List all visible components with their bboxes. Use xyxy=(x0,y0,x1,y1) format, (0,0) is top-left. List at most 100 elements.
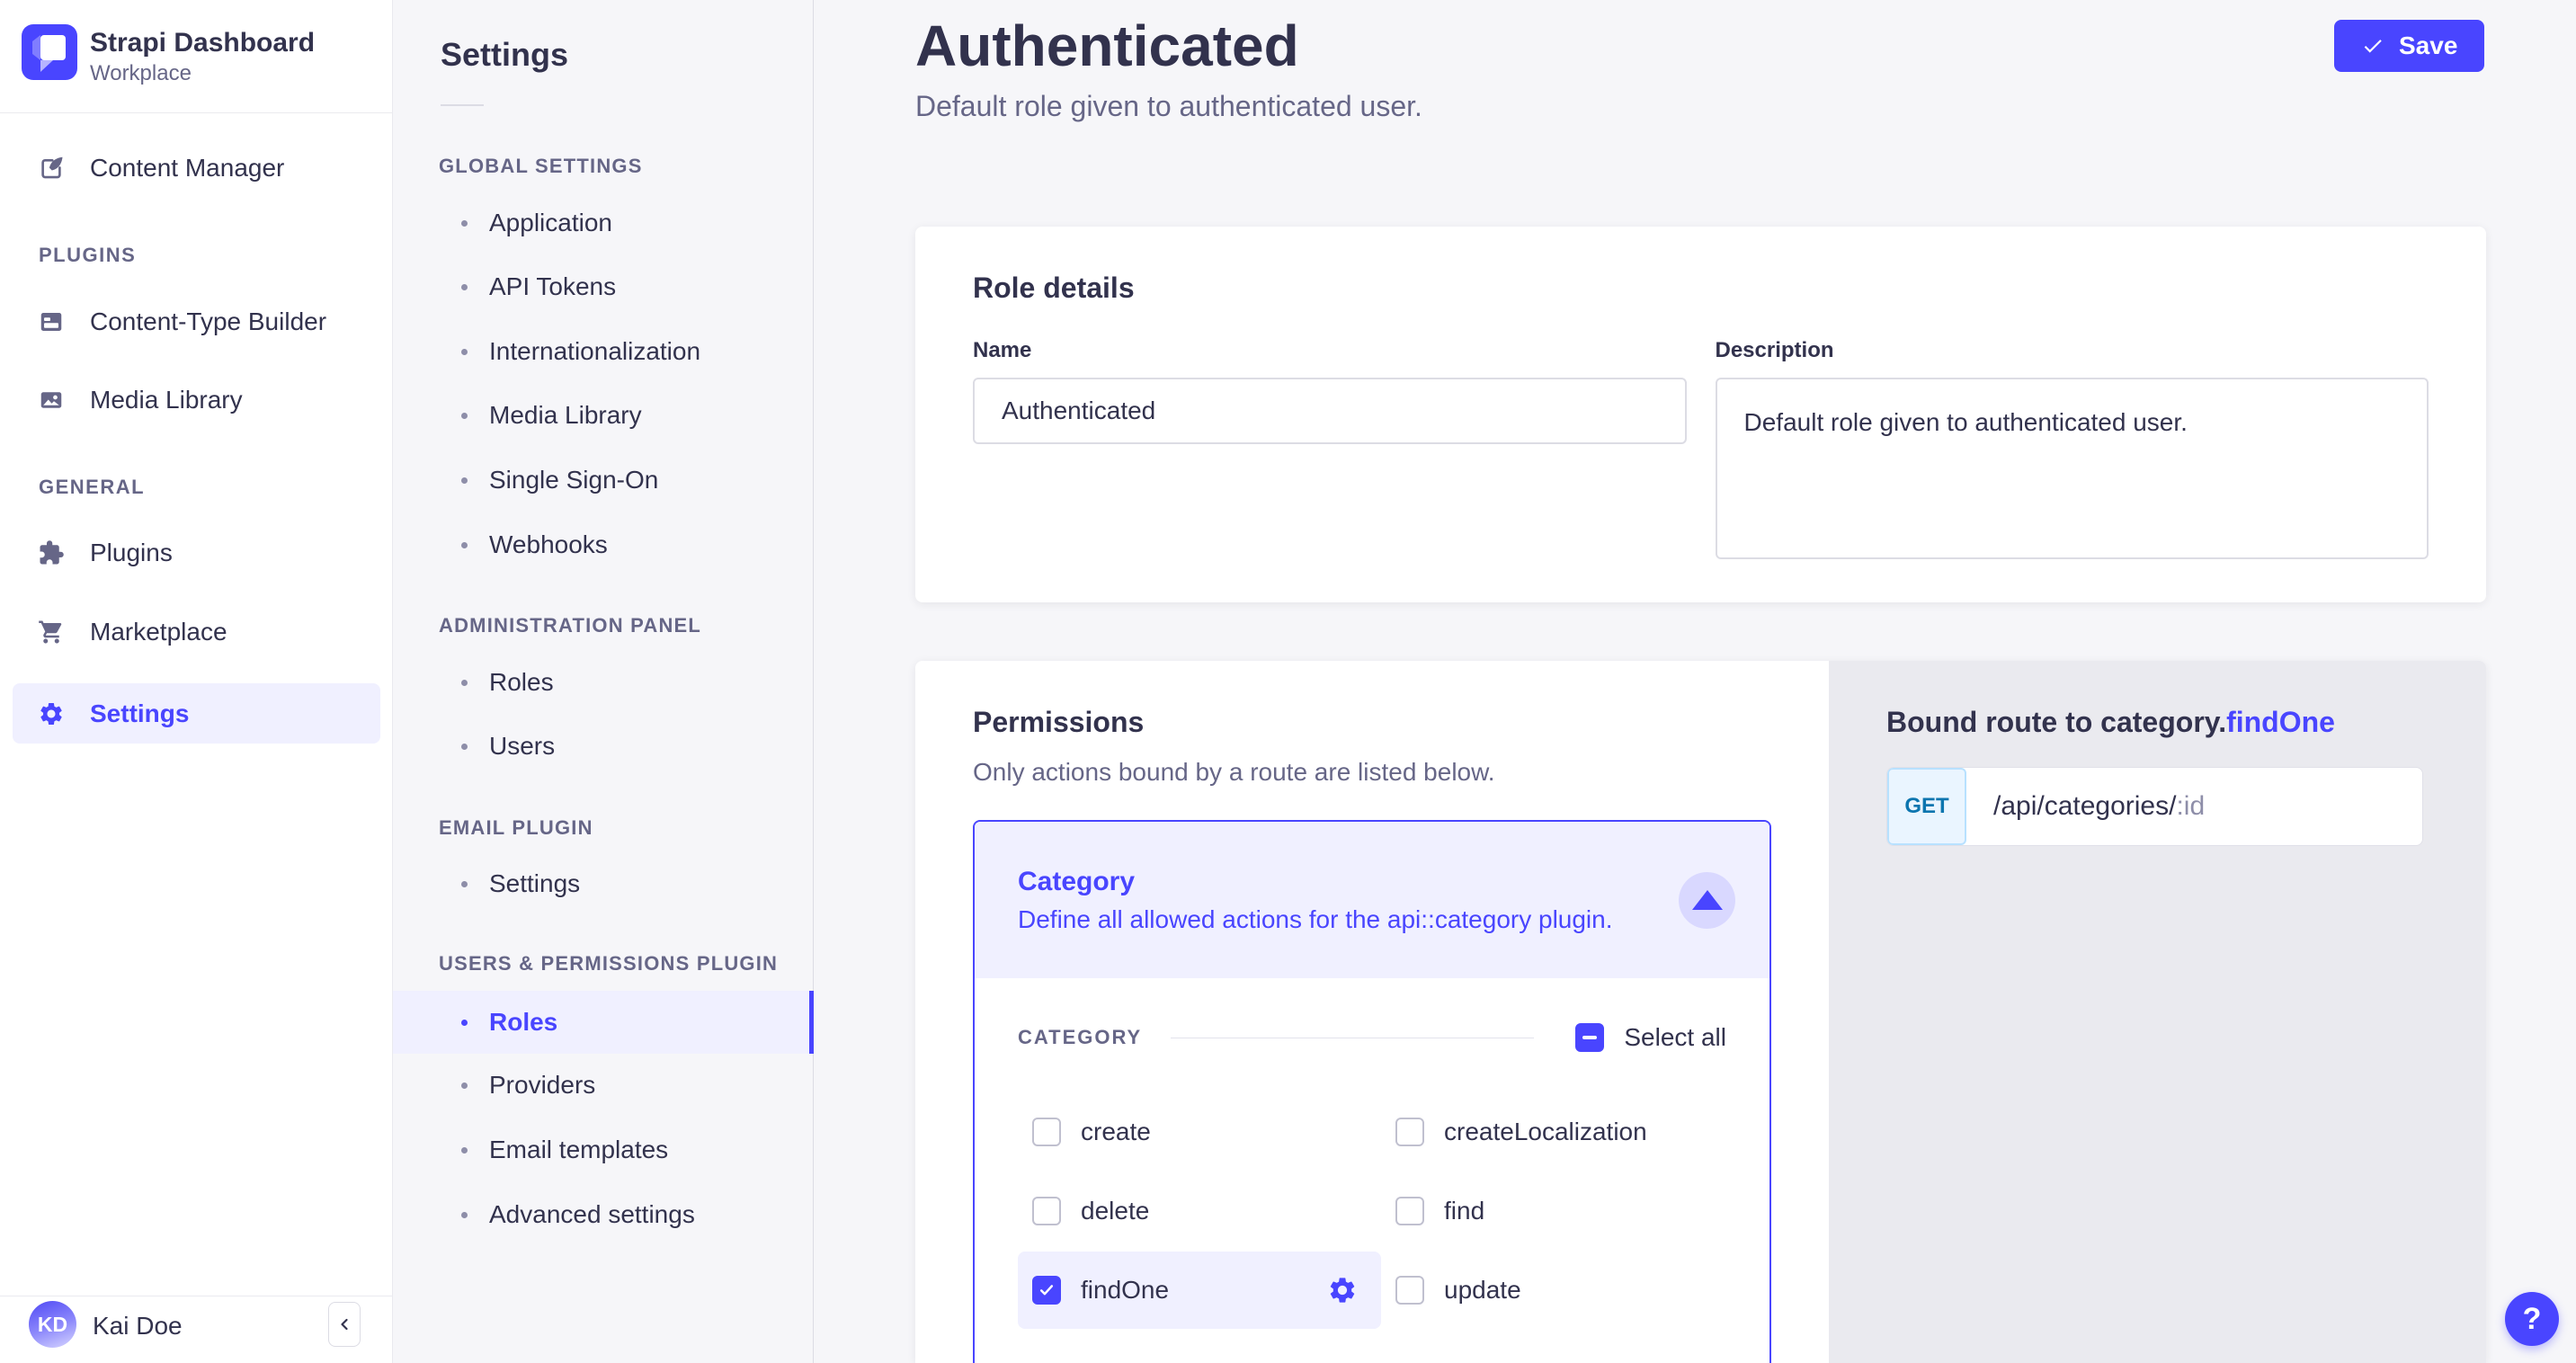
action-row-update[interactable]: update xyxy=(1381,1252,1726,1329)
subnav-item-label: Roles xyxy=(489,1008,557,1037)
bullet-icon xyxy=(461,477,468,484)
subnav-item-admin-users[interactable]: Users xyxy=(393,721,814,771)
findOne-checkbox[interactable] xyxy=(1032,1276,1061,1305)
sidebar-item-label: Marketplace xyxy=(90,618,227,646)
action-row-findOne[interactable]: findOne xyxy=(1018,1252,1381,1329)
subnav-item-email-settings[interactable]: Settings xyxy=(393,859,814,909)
subnav-item-label: Advanced settings xyxy=(489,1200,695,1229)
subnav-item-label: Users xyxy=(489,732,555,761)
sidebar-item-label: Content-Type Builder xyxy=(90,307,326,336)
description-textarea[interactable]: Default role given to authenticated user… xyxy=(1716,378,2429,559)
subnav-item-up-providers[interactable]: Providers xyxy=(393,1060,814,1110)
sidebar-item-media-library[interactable]: Media Library xyxy=(13,372,380,428)
create-checkbox[interactable] xyxy=(1032,1118,1061,1146)
sidebar-item-label: Plugins xyxy=(90,539,173,567)
subnav-item-label: Internationalization xyxy=(489,337,700,366)
chevron-left-icon xyxy=(335,1315,353,1333)
save-button[interactable]: Save xyxy=(2334,20,2484,72)
category-accordion-titles: Category Define all allowed actions for … xyxy=(1018,865,1679,935)
collapse-sidebar-button[interactable] xyxy=(328,1302,361,1347)
route-path: /api/categories/:id xyxy=(1966,768,2205,845)
subnav-item-label: Single Sign-On xyxy=(489,466,658,494)
subnav-item-label: API Tokens xyxy=(489,272,616,301)
action-row-createLocalization[interactable]: createLocalization xyxy=(1381,1093,1726,1171)
update-checkbox[interactable] xyxy=(1395,1276,1424,1305)
bound-route-heading: Bound route to category.findOne xyxy=(1886,706,2429,738)
subnav-item-webhooks[interactable]: Webhooks xyxy=(393,520,814,570)
subnav-item-up-advanced-settings[interactable]: Advanced settings xyxy=(393,1189,814,1240)
save-button-label: Save xyxy=(2399,31,2457,60)
sidebar-item-content-manager[interactable]: Content Manager xyxy=(13,140,380,196)
sidebar-item-label: Media Library xyxy=(90,386,243,414)
subnav-item-label: Webhooks xyxy=(489,530,608,559)
workspace-brand[interactable]: Strapi Dashboard Workplace xyxy=(0,0,392,113)
workspace-title: Strapi Dashboard xyxy=(90,28,315,58)
check-icon xyxy=(1038,1281,1056,1299)
name-field-group: Name xyxy=(973,338,1687,564)
sidebar-item-marketplace[interactable]: Marketplace xyxy=(13,604,380,660)
nav-section-general: GENERAL xyxy=(39,476,145,499)
category-accordion-header[interactable]: Category Define all allowed actions for … xyxy=(975,822,1769,978)
sidebar-item-content-type-builder[interactable]: Content-Type Builder xyxy=(13,294,380,350)
nav-section-plugins: PLUGINS xyxy=(39,244,136,267)
sidebar-item-plugins[interactable]: Plugins xyxy=(13,525,380,581)
action-label: create xyxy=(1081,1118,1151,1146)
route-bar: GET /api/categories/:id xyxy=(1886,767,2423,846)
select-all-checkbox[interactable] xyxy=(1575,1023,1604,1052)
bullet-icon xyxy=(461,1147,468,1154)
subnav-item-label: Providers xyxy=(489,1071,595,1100)
media-library-icon xyxy=(38,387,65,414)
subnav-item-api-tokens[interactable]: API Tokens xyxy=(393,262,814,312)
subnav-item-label: Application xyxy=(489,209,612,237)
cart-icon xyxy=(38,619,65,646)
subnav-item-admin-roles[interactable]: Roles xyxy=(393,657,814,708)
subnav-item-up-roles[interactable]: Roles xyxy=(393,991,814,1054)
category-accordion-body: CATEGORY Select all create xyxy=(975,978,1769,1363)
action-label: delete xyxy=(1081,1197,1149,1225)
subnav-title: Settings xyxy=(441,36,568,74)
name-input[interactable] xyxy=(973,378,1687,444)
subnav-item-media-library[interactable]: Media Library xyxy=(393,390,814,441)
delete-checkbox[interactable] xyxy=(1032,1197,1061,1225)
bullet-icon xyxy=(461,881,468,887)
description-label: Description xyxy=(1716,338,2429,363)
find-checkbox[interactable] xyxy=(1395,1197,1424,1225)
cog-icon xyxy=(1327,1275,1358,1305)
subnav-item-internationalization[interactable]: Internationalization xyxy=(393,326,814,377)
action-row-find[interactable]: find xyxy=(1381,1172,1726,1250)
createLocalization-checkbox[interactable] xyxy=(1395,1118,1424,1146)
permissions-heading: Permissions xyxy=(973,706,1771,738)
select-all-control[interactable]: Select all xyxy=(1575,1023,1726,1052)
bound-route-heading-prefix: Bound route to category. xyxy=(1886,706,2226,738)
indeterminate-icon xyxy=(1582,1036,1597,1039)
bullet-icon xyxy=(461,680,468,686)
avatar[interactable]: KD xyxy=(29,1301,76,1348)
bullet-icon xyxy=(461,413,468,419)
subnav-section-users-permissions-plugin: USERS & PERMISSIONS PLUGIN xyxy=(439,952,778,975)
permissions-panel: Permissions Only actions bound by a rout… xyxy=(915,661,1829,1363)
action-row-delete[interactable]: delete xyxy=(1018,1172,1381,1250)
user-name: Kai Doe xyxy=(93,1312,183,1341)
sidebar-item-label: Content Manager xyxy=(90,154,284,183)
help-button[interactable]: ? xyxy=(2505,1292,2559,1346)
subnav-item-single-sign-on[interactable]: Single Sign-On xyxy=(393,455,814,505)
collapse-accordion-button[interactable] xyxy=(1679,872,1735,929)
subnav-item-up-email-templates[interactable]: Email templates xyxy=(393,1125,814,1175)
settings-subnav: Settings GLOBAL SETTINGS Application API… xyxy=(393,0,814,1363)
subnav-item-application[interactable]: Application xyxy=(393,198,814,248)
findOne-settings-button[interactable] xyxy=(1327,1275,1358,1305)
select-all-label: Select all xyxy=(1624,1023,1726,1052)
sidebar-item-settings[interactable]: Settings xyxy=(13,683,380,744)
category-group-label: CATEGORY xyxy=(1018,1026,1142,1049)
bullet-icon xyxy=(461,284,468,290)
actions-grid: create createLocalization delete fi xyxy=(1018,1093,1726,1329)
permissions-section: Permissions Only actions bound by a rout… xyxy=(915,661,2486,1363)
strapi-logo-icon xyxy=(22,24,77,80)
gear-icon xyxy=(38,700,65,727)
action-row-create[interactable]: create xyxy=(1018,1093,1381,1171)
name-label: Name xyxy=(973,338,1687,363)
bound-route-heading-action: findOne xyxy=(2226,706,2335,738)
puzzle-icon xyxy=(38,539,65,566)
subnav-section-email-plugin: EMAIL PLUGIN xyxy=(439,816,593,840)
bullet-icon xyxy=(461,1082,468,1089)
